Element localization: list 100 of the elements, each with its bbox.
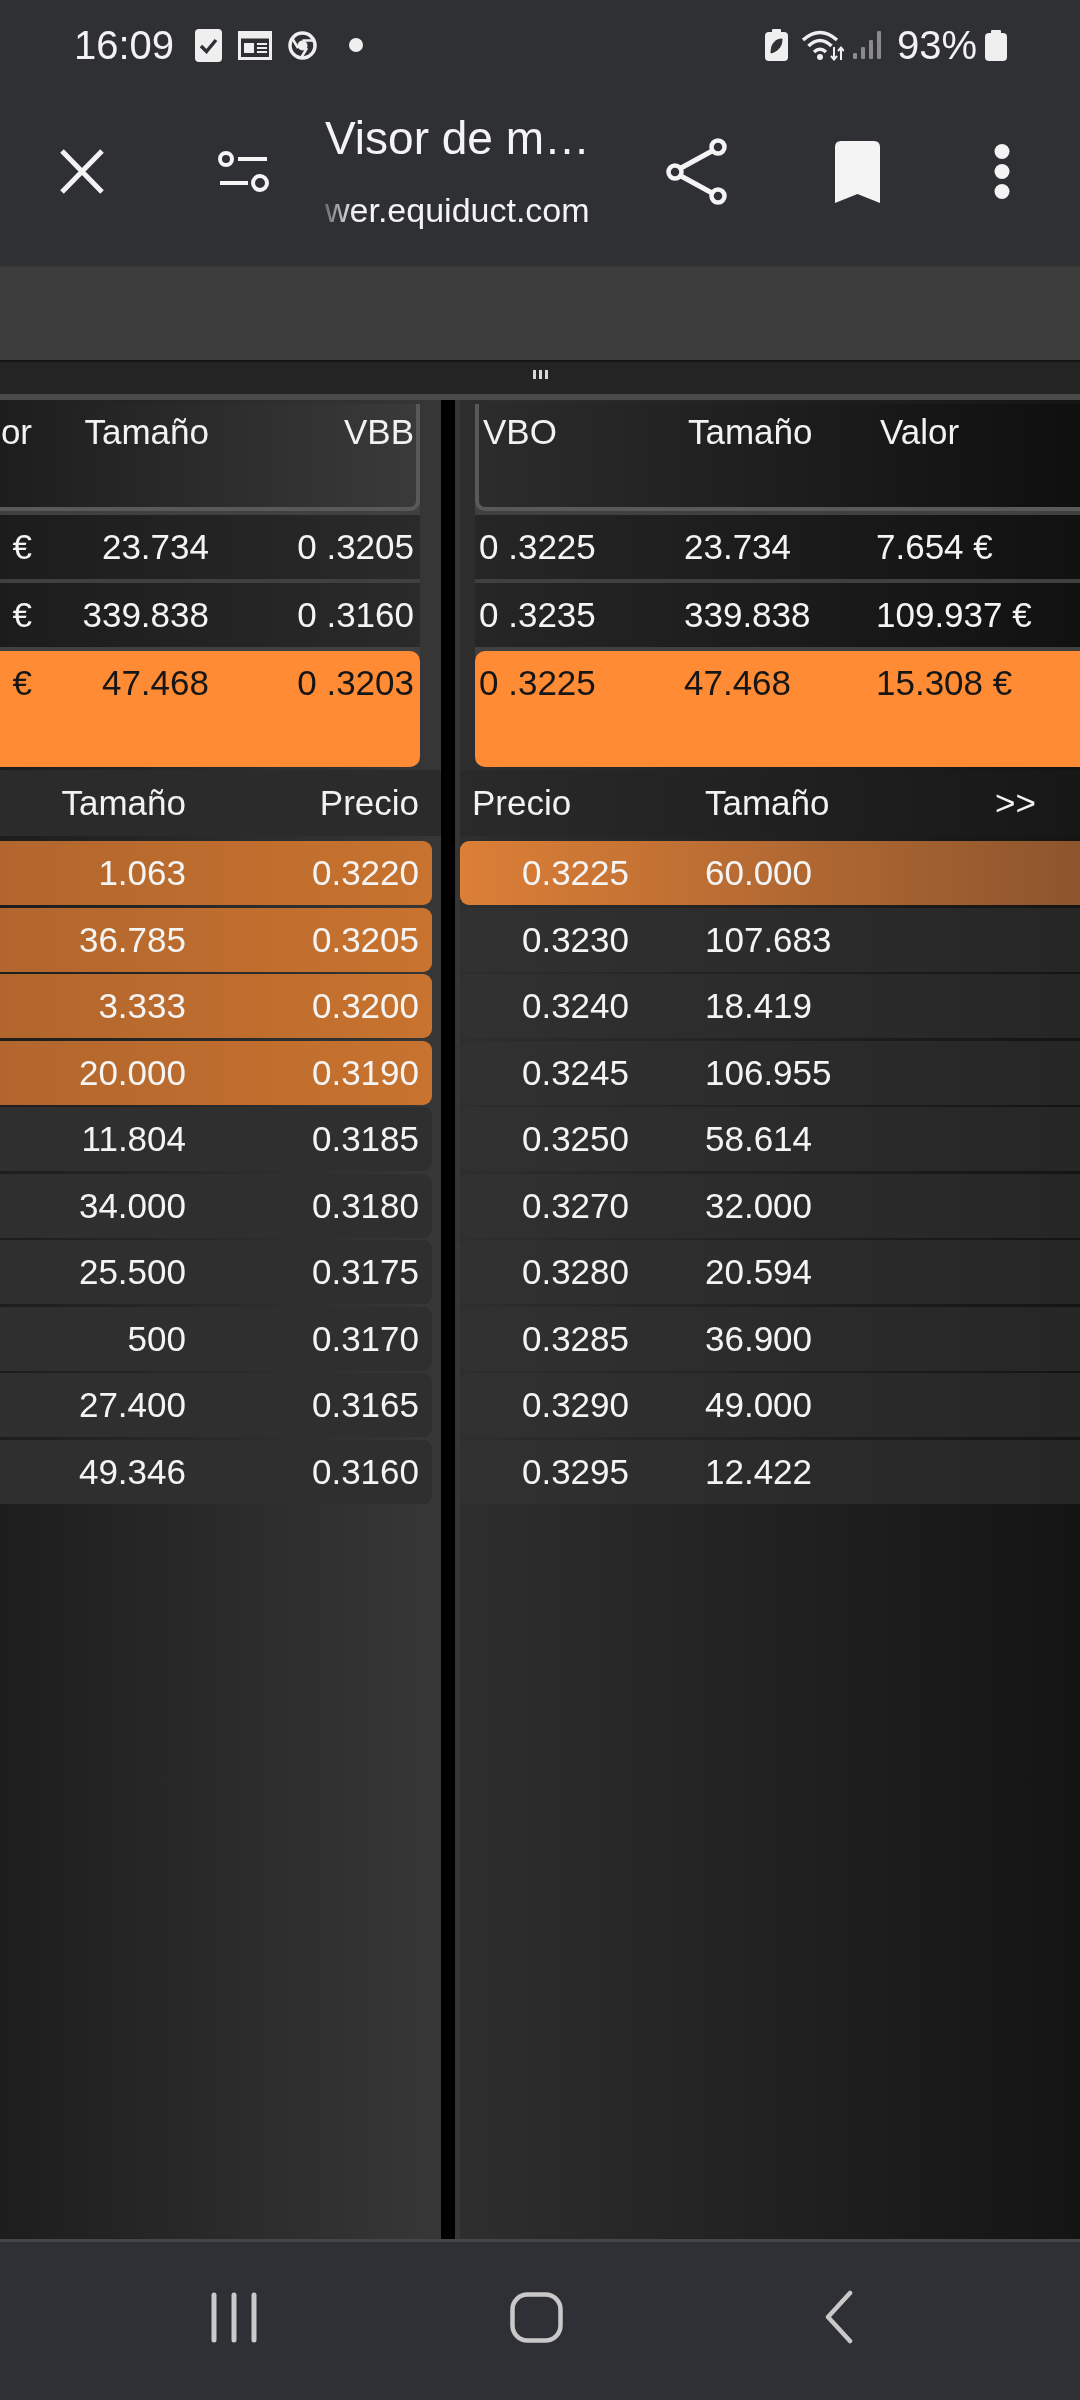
home-icon[interactable]: [510, 2291, 563, 2343]
back-icon[interactable]: [824, 2290, 854, 2344]
table-cell-text: 0.3160: [310, 1450, 419, 1493]
table-cell-text: 0.3220: [310, 852, 419, 894]
table-cell-text: 0.3185: [310, 1118, 419, 1160]
table-row[interactable]: 0 .3235 339.838 109.937 €: [475, 583, 1080, 647]
table-cell-text: 0.3230: [520, 918, 630, 961]
table-cell-text: 0 .3203: [296, 662, 414, 704]
newspaper-icon: [238, 30, 273, 60]
table-cell-text: 18.419: [705, 985, 814, 1027]
table-cell-text: 0.3245: [520, 1051, 630, 1094]
table-cell-text: 47.468: [100, 662, 209, 704]
table-cell-text: 12.422: [705, 1450, 814, 1493]
column-header: Precio: [471, 782, 573, 824]
table-cell-text: 15.308 €: [876, 662, 1014, 704]
table-cell-text: 0.3200: [310, 985, 419, 1027]
close-icon[interactable]: [59, 148, 105, 195]
wifi-icon: [800, 29, 844, 61]
table-cell-text: 0 .3160: [296, 594, 414, 636]
page-title: Visor de m…: [325, 112, 592, 164]
column-header: Valor: [880, 411, 961, 453]
table-cell-text: 0.3290: [520, 1384, 630, 1426]
table-cell-text: 32.000: [705, 1184, 814, 1227]
grip-icon[interactable]: [532, 369, 548, 379]
order-row[interactable]: 500 0.3170: [0, 1306, 432, 1371]
table-cell-text: 0.3180: [310, 1184, 419, 1227]
battery-leaf-icon: [764, 29, 788, 61]
recents-icon[interactable]: [210, 2291, 258, 2343]
order-row[interactable]: 27.400 0.3165: [0, 1373, 432, 1437]
table-cell-text: €: [11, 662, 32, 704]
table-row[interactable]: € 23.734 0 .3205: [0, 515, 420, 579]
table-cell-text: 0.3240: [520, 985, 630, 1027]
battery-icon: [985, 29, 1007, 61]
column-header: >>: [995, 782, 1037, 824]
page-url: wer.equiduct.com: [325, 190, 590, 230]
order-row[interactable]: 20.000 0.3190: [0, 1040, 432, 1105]
table-cell-text: 7.654 €: [876, 526, 994, 568]
table-cell-text: 36.785: [77, 918, 186, 961]
table-cell-text: 23.734: [100, 526, 209, 568]
table-cell-text: €: [11, 594, 32, 636]
table-cell-text: 0.3175: [310, 1251, 419, 1293]
table-cell-text: 339.838: [684, 594, 812, 636]
table-cell-text: 500: [126, 1317, 186, 1360]
table-cell-text: 0 .3235: [479, 594, 597, 636]
table-cell-text: 0.3205: [310, 918, 419, 961]
table-cell-text: 106.955: [705, 1051, 833, 1094]
table-cell-text: 0.3190: [310, 1051, 419, 1094]
column-header: or: [0, 411, 32, 453]
table-cell-text: 0.3270: [520, 1184, 630, 1227]
order-row[interactable]: 3.333 0.3200: [0, 974, 432, 1038]
order-row[interactable]: 0.3225 60.000: [460, 841, 1080, 905]
table-cell-text: 25.500: [77, 1251, 186, 1293]
table-cell-text: 11.804: [80, 1118, 186, 1160]
column-header: VBO: [483, 411, 558, 453]
table-cell-text: 339.838: [81, 594, 209, 636]
table-cell-text: 107.683: [705, 918, 833, 961]
order-row[interactable]: 1.063 0.3220: [0, 841, 432, 905]
table-cell-text: 109.937 €: [876, 594, 1033, 636]
order-row[interactable]: 11.804 0.3185: [0, 1107, 432, 1171]
share-icon[interactable]: [666, 138, 727, 205]
table-cell-text: 0 .3225: [479, 662, 597, 704]
table-row[interactable]: € 47.468 0 .3203: [0, 651, 420, 767]
table-cell-text: 0 .3205: [296, 526, 414, 568]
table-cell-text: 47.468: [684, 662, 793, 704]
signal-icon: [852, 31, 881, 59]
table-cell-text: 27.400: [77, 1384, 186, 1426]
table-row[interactable]: 0 .3225 23.734 7.654 €: [475, 515, 1080, 579]
order-row[interactable]: 49.346 0.3160: [0, 1439, 432, 1504]
table-row[interactable]: € 339.838 0 .3160: [0, 583, 420, 647]
table-cell-text: 0.3165: [310, 1384, 419, 1426]
checkbox-icon: [195, 28, 223, 62]
order-row[interactable]: 25.500 0.3175: [0, 1240, 432, 1304]
table-cell-text: 23.734: [684, 526, 793, 568]
column-header: VBB: [342, 411, 414, 453]
table-cell-text: €: [11, 526, 32, 568]
table-row[interactable]: 0 .3225 47.468 15.308 €: [475, 651, 1080, 767]
order-row[interactable]: 36.785 0.3205: [0, 907, 432, 972]
column-header: Tamaño: [60, 782, 186, 824]
table-cell-text: 58.614: [705, 1118, 814, 1160]
column-header: Tamaño: [705, 782, 831, 824]
table-cell-text: 49.346: [77, 1450, 186, 1493]
sliders-icon[interactable]: [218, 151, 269, 192]
table-cell-text: 0.3285: [520, 1317, 630, 1360]
table-cell-text: 0.3250: [520, 1118, 630, 1160]
table-cell-text: 0.3280: [520, 1251, 630, 1293]
dot-icon: [349, 38, 364, 52]
table-cell-text: 60.000: [705, 852, 814, 894]
ring-icon: [288, 30, 318, 60]
battery-percent: 93%: [896, 25, 977, 65]
table-cell-text: 20.594: [705, 1251, 814, 1293]
table-cell-text: 0 .3225: [479, 526, 597, 568]
table-cell-text: 34.000: [77, 1184, 186, 1227]
order-row[interactable]: 34.000 0.3180: [0, 1173, 432, 1238]
column-header: Precio: [318, 782, 419, 824]
table-cell-text: 3.333: [97, 985, 186, 1027]
more-icon[interactable]: [994, 144, 1010, 199]
bookmark-icon[interactable]: [833, 140, 882, 203]
table-cell-text: 49.000: [705, 1384, 814, 1426]
column-header: Tamaño: [83, 411, 209, 453]
table-cell-text: 0.3170: [310, 1317, 419, 1360]
